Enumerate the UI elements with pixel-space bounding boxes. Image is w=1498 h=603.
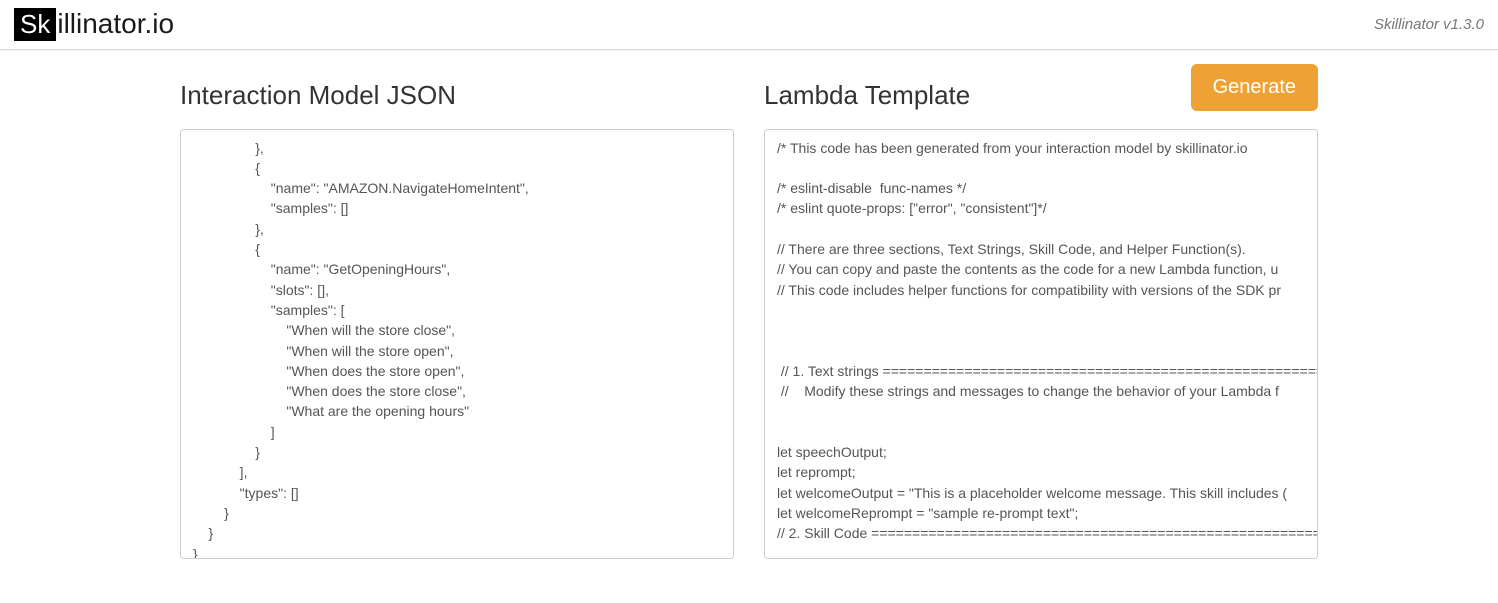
version-label: Skillinator v1.3.0 — [1374, 16, 1484, 33]
lambda-template-panel: Lambda Template Generate — [764, 80, 1318, 559]
logo-text: illinator.io — [57, 8, 174, 40]
lambda-template-output[interactable] — [764, 129, 1318, 559]
top-header: Sk illinator.io Skillinator v1.3.0 — [0, 0, 1498, 50]
left-panel-header: Interaction Model JSON — [180, 80, 734, 111]
main-content: Interaction Model JSON Lambda Template G… — [0, 50, 1498, 579]
interaction-model-json-input[interactable] — [180, 129, 734, 559]
logo-badge: Sk — [14, 8, 56, 41]
right-panel-header: Lambda Template Generate — [764, 80, 1318, 111]
generate-button[interactable]: Generate — [1191, 64, 1318, 111]
app-logo: Sk illinator.io — [14, 8, 174, 41]
interaction-model-title: Interaction Model JSON — [180, 80, 456, 111]
lambda-template-title: Lambda Template — [764, 80, 970, 111]
interaction-model-panel: Interaction Model JSON — [180, 80, 734, 559]
